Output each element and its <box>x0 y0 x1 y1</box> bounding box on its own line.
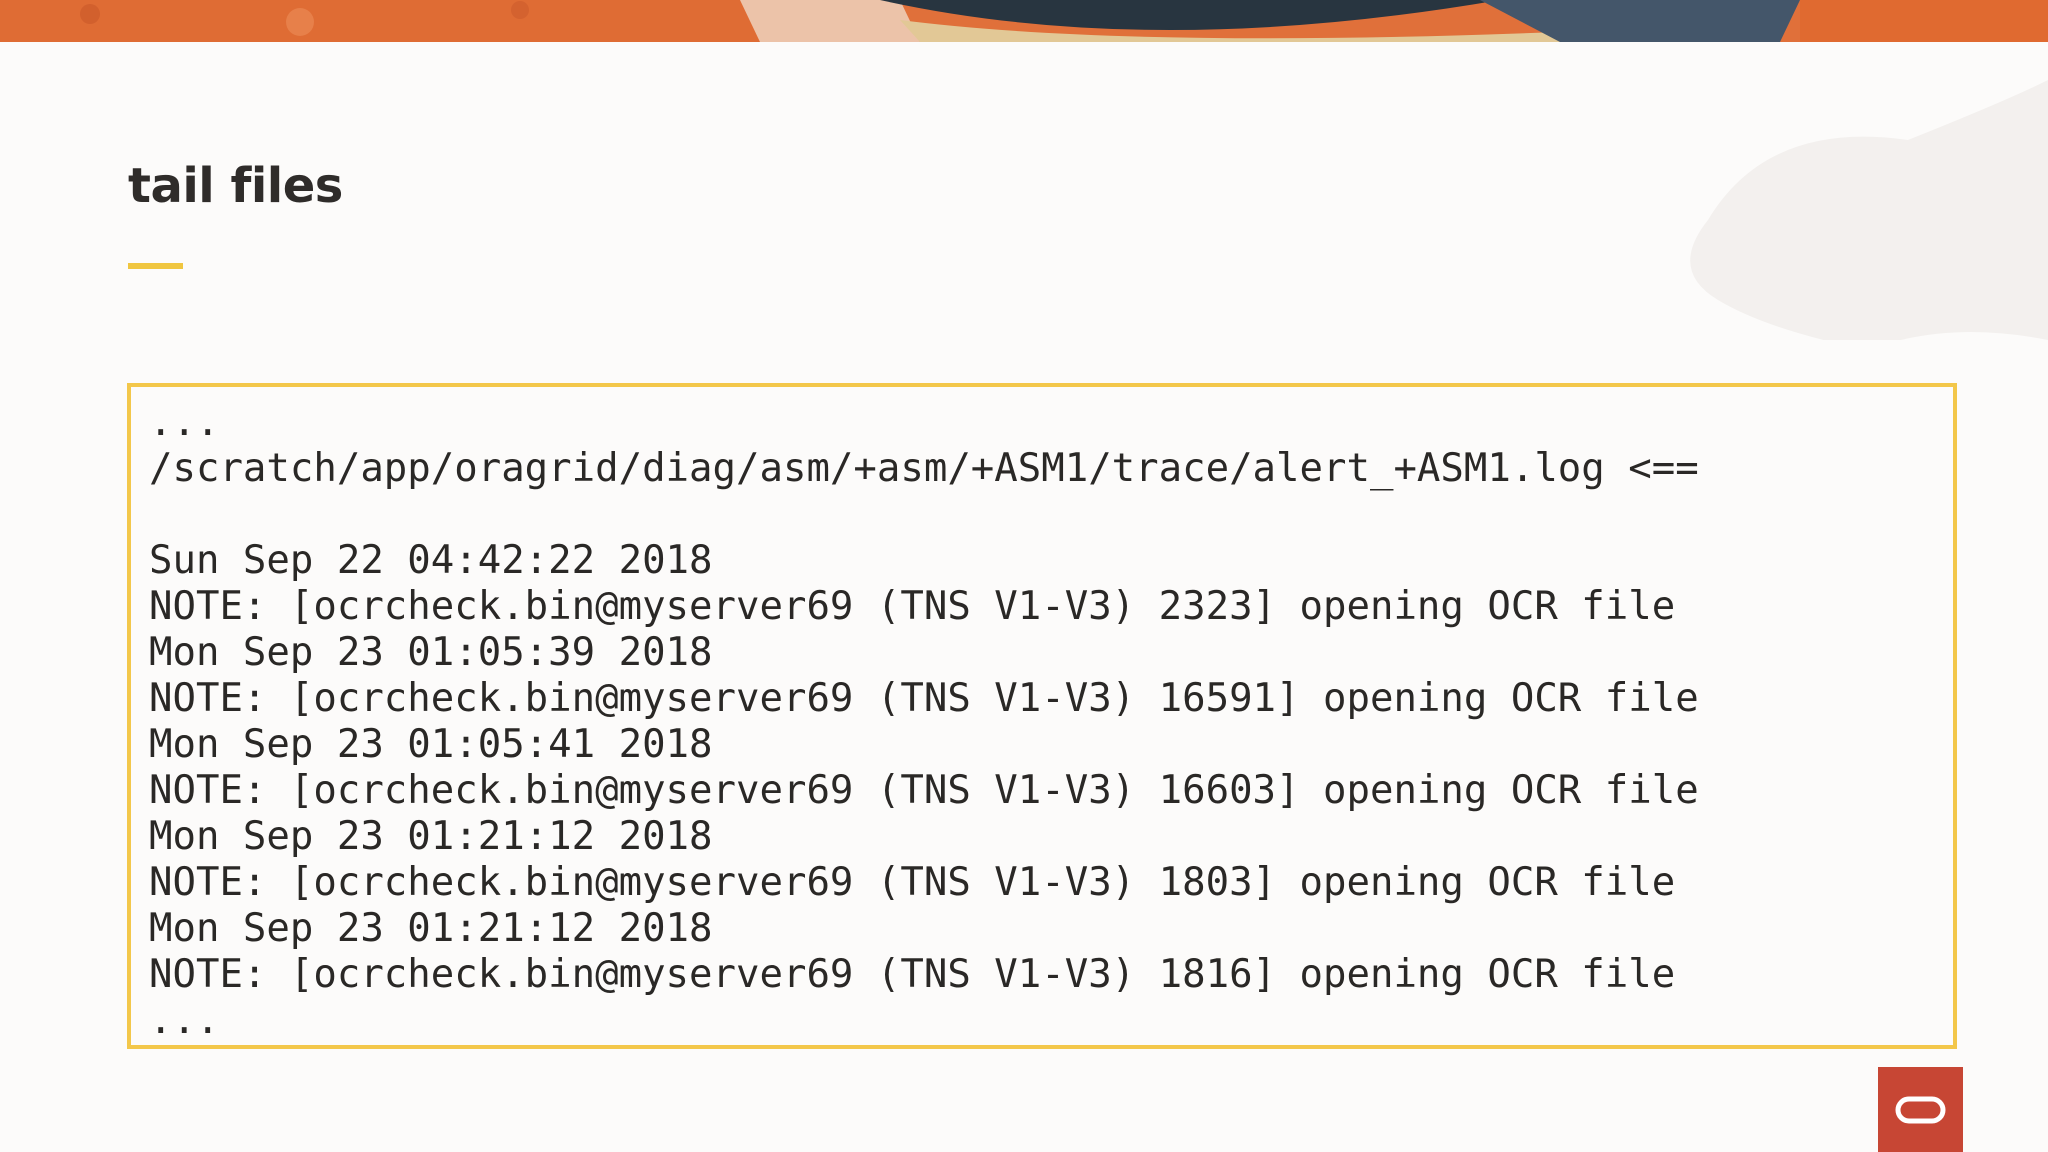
code-line: NOTE: [ocrcheck.bin@myserver69 (TNS V1-V… <box>149 584 1676 629</box>
code-line: Mon Sep 23 01:05:39 2018 <box>149 630 713 675</box>
code-line: ... <box>149 400 220 445</box>
code-line: NOTE: [ocrcheck.bin@myserver69 (TNS V1-V… <box>149 952 1676 997</box>
oracle-logo-badge <box>1878 1067 1963 1152</box>
code-line: NOTE: [ocrcheck.bin@myserver69 (TNS V1-V… <box>149 676 1699 721</box>
code-line: NOTE: [ocrcheck.bin@myserver69 (TNS V1-V… <box>149 860 1676 905</box>
code-block: .../scratch/app/oragrid/diag/asm/+asm/+A… <box>127 383 1957 1049</box>
code-line: /scratch/app/oragrid/diag/asm/+asm/+ASM1… <box>149 446 1699 491</box>
code-line: ... <box>149 998 220 1043</box>
background-pattern <box>1690 80 2048 340</box>
title-underline <box>128 263 183 269</box>
top-decorative-banner <box>0 0 2048 42</box>
oracle-logo-icon <box>1895 1096 1946 1124</box>
code-line: NOTE: [ocrcheck.bin@myserver69 (TNS V1-V… <box>149 768 1699 813</box>
slide-title: tail files <box>128 158 343 214</box>
code-line: Mon Sep 23 01:21:12 2018 <box>149 906 713 951</box>
code-line: Mon Sep 23 01:05:41 2018 <box>149 722 713 767</box>
code-line: Mon Sep 23 01:21:12 2018 <box>149 814 713 859</box>
code-line: Sun Sep 22 04:42:22 2018 <box>149 538 713 583</box>
code-text: .../scratch/app/oragrid/diag/asm/+asm/+A… <box>149 400 1699 1044</box>
